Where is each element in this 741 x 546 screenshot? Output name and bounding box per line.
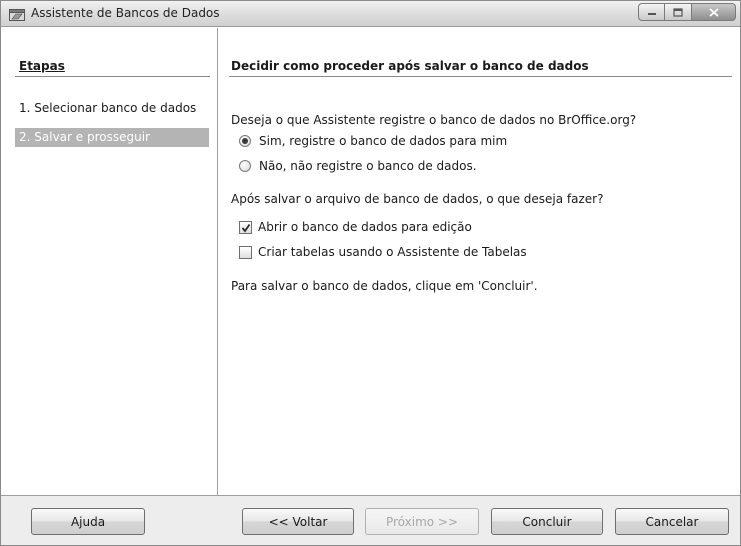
register-no-label: Não, não registre o banco de dados. bbox=[259, 159, 477, 173]
button-bar: Ajuda << Voltar Próximo >> Concluir Canc… bbox=[1, 495, 740, 545]
steps-pane: Etapas 1. Selecionar banco de dados 2. S… bbox=[1, 28, 218, 495]
register-question: Deseja o que Assistente registre o banco… bbox=[231, 113, 637, 127]
database-wizard-window: Assistente de Bancos de Dados Etapas 1. … bbox=[0, 0, 741, 546]
finish-instruction: Para salvar o banco de dados, clique em … bbox=[231, 279, 538, 293]
title-divider bbox=[229, 76, 732, 77]
back-button[interactable]: << Voltar bbox=[242, 508, 354, 535]
create-tables-label: Criar tabelas usando o Assistente de Tab… bbox=[258, 245, 527, 259]
steps-heading: Etapas bbox=[19, 59, 65, 73]
step-select-database[interactable]: 1. Selecionar banco de dados bbox=[15, 99, 209, 118]
radio-unselected-icon bbox=[239, 160, 251, 172]
next-button[interactable]: Próximo >> bbox=[365, 508, 479, 535]
maximize-button[interactable] bbox=[665, 3, 692, 21]
register-no-radio[interactable]: Não, não registre o banco de dados. bbox=[239, 159, 477, 173]
register-yes-radio[interactable]: Sim, registre o banco de dados para mim bbox=[239, 134, 507, 148]
after-save-question: Após salvar o arquivo de banco de dados,… bbox=[231, 192, 604, 206]
minimize-button[interactable] bbox=[638, 3, 665, 21]
database-app-icon bbox=[9, 7, 25, 21]
steps-divider bbox=[15, 76, 210, 77]
checkbox-checked-icon bbox=[239, 220, 252, 234]
main-panel: Decidir como proceder após salvar o banc… bbox=[219, 28, 740, 495]
maximize-icon bbox=[673, 7, 683, 17]
step-save-and-proceed[interactable]: 2. Salvar e prosseguir bbox=[15, 128, 209, 147]
window-controls bbox=[638, 3, 736, 21]
help-button[interactable]: Ajuda bbox=[31, 508, 145, 535]
page-title: Decidir como proceder após salvar o banc… bbox=[231, 59, 589, 73]
title-bar[interactable]: Assistente de Bancos de Dados bbox=[1, 1, 740, 27]
close-button[interactable] bbox=[692, 3, 736, 21]
radio-selected-icon bbox=[239, 135, 251, 147]
cancel-button[interactable]: Cancelar bbox=[615, 508, 729, 535]
window-title: Assistente de Bancos de Dados bbox=[31, 6, 220, 20]
open-for-editing-label: Abrir o banco de dados para edição bbox=[258, 220, 472, 234]
finish-button[interactable]: Concluir bbox=[491, 508, 603, 535]
close-icon bbox=[708, 7, 719, 17]
register-yes-label: Sim, registre o banco de dados para mim bbox=[259, 134, 508, 148]
checkbox-unchecked-icon bbox=[239, 245, 252, 259]
create-tables-checkbox[interactable]: Criar tabelas usando o Assistente de Tab… bbox=[239, 245, 527, 259]
minimize-icon bbox=[647, 13, 656, 15]
open-for-editing-checkbox[interactable]: Abrir o banco de dados para edição bbox=[239, 220, 472, 234]
